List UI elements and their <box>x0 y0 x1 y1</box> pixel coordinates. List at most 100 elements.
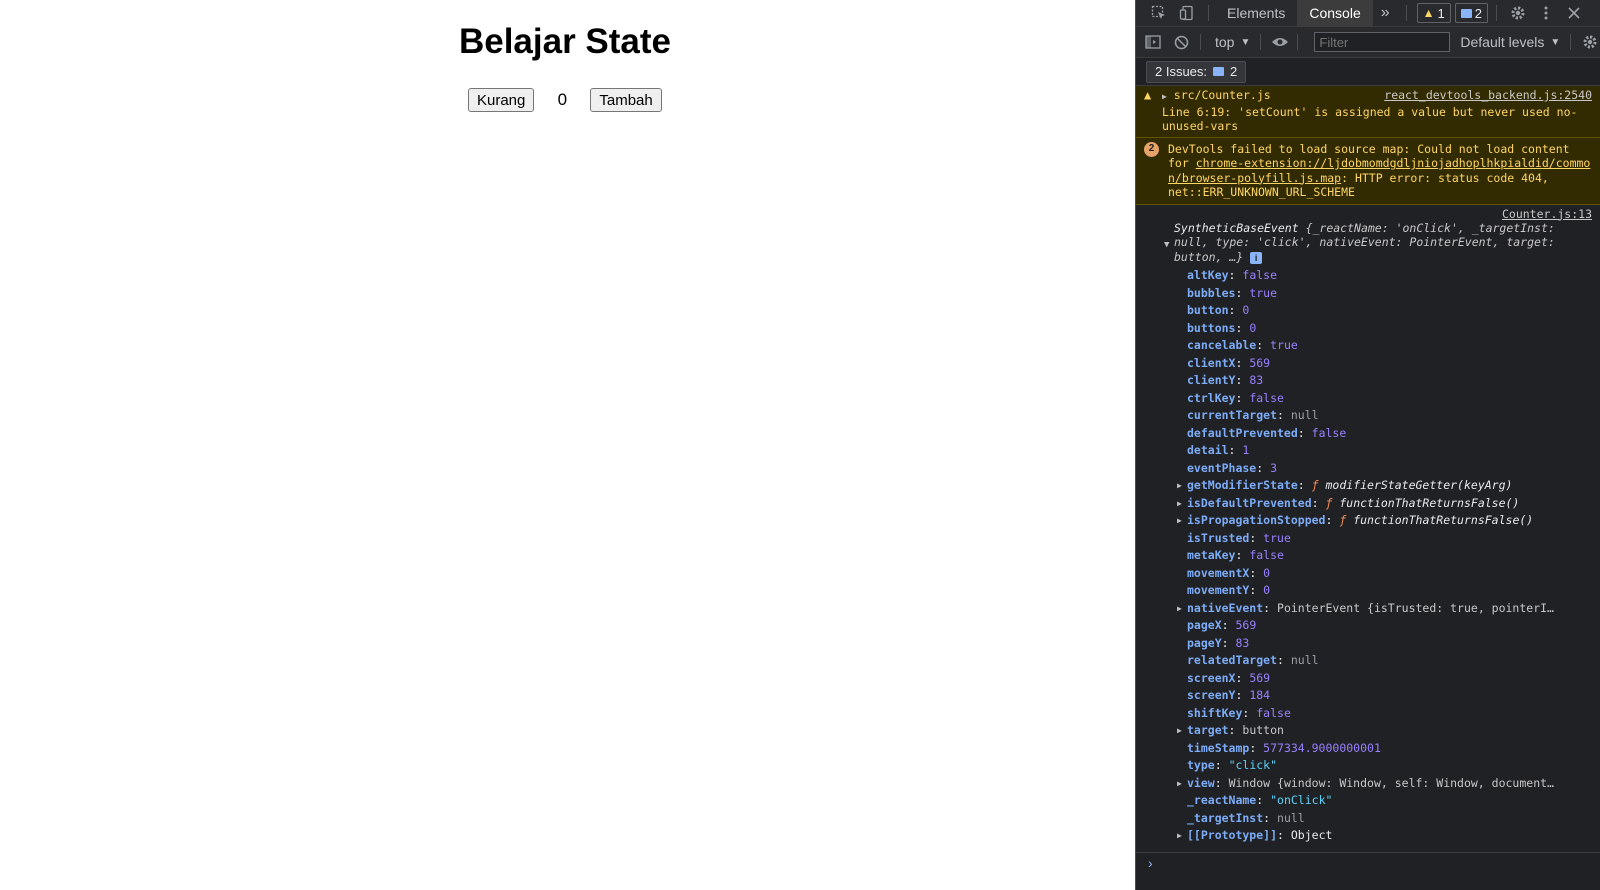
inspect-element-icon[interactable] <box>1150 4 1168 22</box>
event-property-row: isTrusted: true <box>1187 530 1291 545</box>
property-value: true <box>1270 338 1298 352</box>
tab-elements[interactable]: Elements <box>1215 0 1297 26</box>
event-property-row[interactable]: ▶ isDefaultPrevented: ƒ functionThatRetur… <box>1136 495 1600 513</box>
log-levels-select[interactable]: Default levels ▼ <box>1460 34 1560 50</box>
event-property-row: button: 0 <box>1187 303 1250 317</box>
sidebar-toggle-icon[interactable] <box>1144 33 1162 51</box>
separator <box>1260 34 1262 50</box>
console-settings-gear-icon[interactable] <box>1581 33 1599 51</box>
property-value: false <box>1249 390 1284 405</box>
issues-count: 2 <box>1230 64 1238 79</box>
property-value: false <box>1311 425 1347 440</box>
property-key: clientX <box>1187 355 1236 370</box>
property-value: functionThatReturnsFalse() <box>1353 513 1534 527</box>
event-property-row[interactable]: ▶ getModifierState: ƒ modifierStateGetter… <box>1136 477 1600 495</box>
property-key: altKey <box>1187 268 1229 282</box>
function-icon: ƒ <box>1325 495 1340 510</box>
property-key: defaultPrevented <box>1187 425 1298 440</box>
event-property-row: shiftKey: false <box>1187 705 1291 720</box>
event-property-row[interactable]: ▶ isPropagationStopped: ƒ functionThatRet… <box>1136 512 1600 530</box>
property-value: null <box>1290 408 1319 422</box>
event-property-row[interactable]: ▶ [[Prototype]]: Object <box>1136 827 1600 845</box>
count-value: 0 <box>557 90 568 109</box>
context-select[interactable]: top ▼ <box>1215 34 1250 50</box>
close-icon[interactable] <box>1565 4 1583 22</box>
event-property-row: cancelable: true <box>1187 338 1298 352</box>
warning-source-link[interactable]: react_devtools_backend.js:2540 <box>1384 88 1592 103</box>
issues-label: 2 Issues: <box>1155 64 1208 79</box>
function-icon: ƒ <box>1311 478 1326 492</box>
warning-icon: ▲ <box>1144 88 1152 102</box>
expand-arrow-icon[interactable]: ▶ <box>1162 92 1167 101</box>
event-property-row: ctrlKey: false <box>1187 390 1284 405</box>
decrement-button[interactable]: Kurang <box>468 88 535 112</box>
clear-console-icon[interactable] <box>1172 33 1190 51</box>
messages-badge[interactable]: 2 <box>1454 3 1488 23</box>
kebab-menu-icon[interactable] <box>1537 4 1555 22</box>
separator <box>1405 5 1407 21</box>
event-property-row: _reactName: "onClick" <box>1187 793 1333 807</box>
log-levels-label: Default levels <box>1460 34 1545 50</box>
issues-button[interactable]: 2 Issues: 2 <box>1146 60 1247 83</box>
property-key: metaKey <box>1187 548 1236 562</box>
property-value: false <box>1242 268 1278 282</box>
property-key: bubbles <box>1187 285 1236 300</box>
log-source-link[interactable]: Counter.js:13 <box>1174 207 1592 221</box>
property-key: buttons <box>1187 320 1236 335</box>
devtools-tabbar: Elements Console » ▲ 1 2 <box>1136 0 1600 27</box>
expand-arrow-icon[interactable]: ▶ <box>1177 495 1182 513</box>
expand-arrow-icon[interactable]: ▶ <box>1177 477 1182 495</box>
warnings-count: 1 <box>1437 5 1445 21</box>
property-value: true <box>1249 285 1278 300</box>
property-key: screenX <box>1187 670 1236 685</box>
log-summary[interactable]: SyntheticBaseEvent {_reactName: 'onClick… <box>1174 221 1592 265</box>
info-icon[interactable]: i <box>1250 251 1263 264</box>
property-key: isPropagationStopped <box>1187 513 1326 527</box>
event-property-row[interactable]: ▶ target: button <box>1136 722 1600 740</box>
event-property-row: currentTarget: null <box>1187 408 1319 422</box>
warning-text: Line 6:19: 'setCount' is assigned a valu… <box>1162 104 1578 134</box>
increment-button[interactable]: Tambah <box>590 88 662 112</box>
property-value: true <box>1263 530 1291 545</box>
filter-input[interactable] <box>1314 32 1451 52</box>
event-property-row[interactable]: ▶ nativeEvent: PointerEvent {isTrusted: t… <box>1136 600 1600 618</box>
expand-arrow-icon[interactable]: ▶ <box>1177 722 1182 740</box>
property-key: relatedTarget <box>1187 653 1278 667</box>
event-property-row: pageX: 569 <box>1187 618 1257 632</box>
expand-arrow-icon[interactable]: ▶ <box>1177 827 1182 845</box>
property-key: shiftKey <box>1187 705 1243 720</box>
settings-gear-icon[interactable] <box>1509 4 1527 22</box>
property-key: isTrusted <box>1187 530 1250 545</box>
device-toolbar-icon[interactable] <box>1178 4 1196 22</box>
separator <box>1496 5 1497 21</box>
property-value: 184 <box>1249 688 1271 702</box>
warnings-badge[interactable]: ▲ 1 <box>1416 3 1451 23</box>
separator <box>1208 5 1209 21</box>
property-value: 1 <box>1242 443 1250 457</box>
expand-arrow-icon[interactable]: ▶ <box>1177 600 1182 618</box>
console-prompt[interactable]: › <box>1136 852 1600 890</box>
event-property-row: buttons: 0 <box>1187 320 1257 335</box>
property-key: timeStamp <box>1187 740 1250 755</box>
collapse-arrow-icon[interactable]: ▼ <box>1164 240 1169 250</box>
messages-count: 2 <box>1474 5 1482 21</box>
property-key: _reactName <box>1187 793 1257 807</box>
property-value: 3 <box>1270 460 1278 475</box>
property-value: false <box>1256 705 1291 720</box>
expand-arrow-icon[interactable]: ▶ <box>1177 775 1182 793</box>
separator <box>1297 34 1299 50</box>
property-key: [[Prototype]] <box>1187 828 1278 842</box>
tab-console[interactable]: Console <box>1297 0 1373 26</box>
eye-icon[interactable] <box>1271 33 1289 51</box>
event-property-row: relatedTarget: null <box>1187 653 1319 667</box>
counter: Kurang 0 Tambah <box>468 88 662 112</box>
property-key: isDefaultPrevented <box>1187 495 1312 510</box>
warning-icon: ▲ <box>1422 6 1435 20</box>
property-key: getModifierState <box>1187 478 1298 492</box>
expand-arrow-icon[interactable]: ▶ <box>1177 512 1182 530</box>
property-key: type <box>1187 758 1215 772</box>
event-property-row: eventPhase: 3 <box>1187 460 1278 475</box>
event-property-row: movementX: 0 <box>1187 565 1271 580</box>
event-property-row[interactable]: ▶ view: Window {window: Window, self: Win… <box>1136 775 1600 793</box>
more-tabs-icon[interactable]: » <box>1373 0 1398 26</box>
